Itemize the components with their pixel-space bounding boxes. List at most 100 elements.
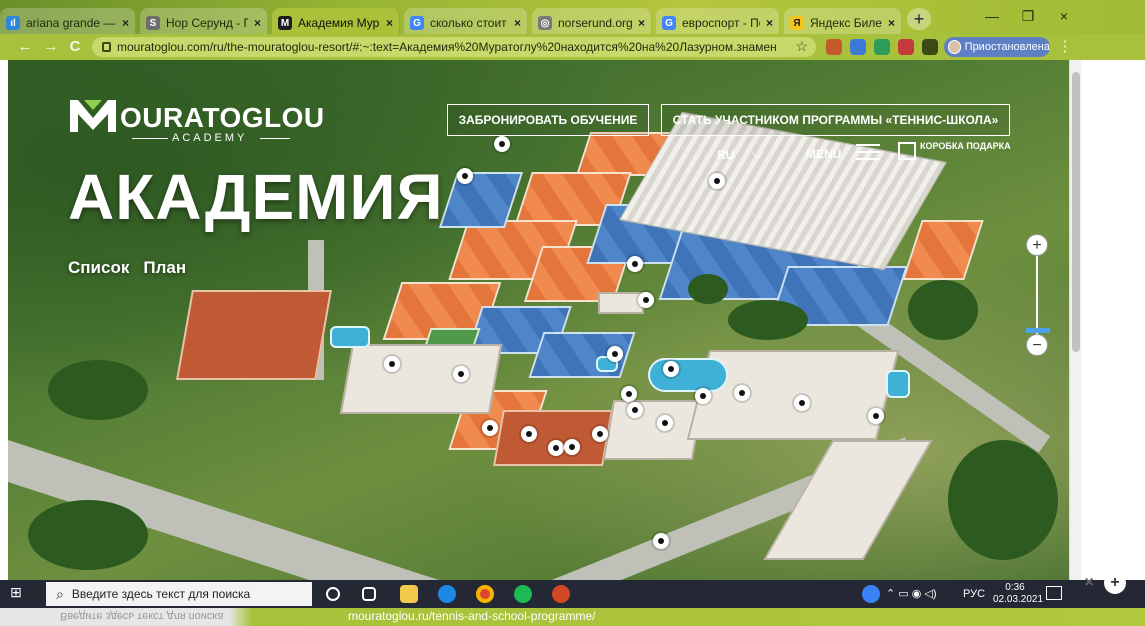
book-training-button[interactable]: ЗАБРОНИРОВАТЬ ОБУЧЕНИЕ bbox=[447, 104, 649, 136]
url-text: mouratoglou.com/ru/the-mouratoglou-resor… bbox=[117, 40, 777, 54]
menu-label[interactable]: MENU bbox=[806, 147, 841, 161]
resort-map[interactable]: OURATOGLOU ACADEMY ЗАБРОНИРОВАТЬ ОБУЧЕНИ… bbox=[8, 60, 1073, 580]
extension-icon[interactable] bbox=[898, 39, 914, 55]
zoom-in-button[interactable]: + bbox=[1026, 234, 1048, 256]
tab-label: евроспорт - Поис… bbox=[682, 16, 760, 30]
map-marker[interactable] bbox=[548, 440, 564, 456]
globe-icon: ◎ bbox=[538, 16, 552, 30]
tab-close-icon[interactable]: × bbox=[514, 16, 521, 30]
map-marker[interactable] bbox=[695, 388, 711, 404]
tab-label: сколько стоит об… bbox=[430, 16, 508, 30]
system-tray-icons[interactable]: ⌃ ▭ ◉ ◁) bbox=[886, 587, 937, 600]
trees bbox=[728, 300, 808, 340]
gift-icon[interactable] bbox=[898, 142, 916, 160]
site-icon: S bbox=[146, 16, 160, 30]
notifications-icon[interactable] bbox=[1046, 586, 1062, 600]
tab-label: Яндекс Билеты bbox=[810, 16, 882, 30]
trees bbox=[908, 280, 978, 340]
maximize-button[interactable]: ❐ bbox=[1008, 4, 1048, 28]
gift-box-link[interactable]: КОРОБКА ПОДАРКА bbox=[920, 141, 1011, 151]
new-tab-button[interactable]: + bbox=[907, 8, 931, 30]
mouratoglou-logo[interactable]: OURATOGLOU ACADEMY bbox=[70, 100, 324, 150]
address-bar[interactable]: mouratoglou.com/ru/the-mouratoglou-resor… bbox=[92, 37, 816, 57]
map-marker[interactable] bbox=[638, 292, 654, 308]
pool bbox=[648, 358, 728, 392]
map-marker[interactable] bbox=[521, 426, 537, 442]
bookmark-star-icon[interactable]: ☆ bbox=[795, 38, 808, 55]
powerpoint-icon[interactable] bbox=[552, 585, 570, 603]
map-marker[interactable] bbox=[621, 386, 637, 402]
tab-close-icon[interactable]: × bbox=[122, 16, 129, 30]
edge-icon[interactable] bbox=[438, 585, 456, 603]
search-icon: ⌕ bbox=[56, 585, 64, 602]
cortana-icon[interactable] bbox=[326, 587, 340, 601]
list-view-link[interactable]: Список bbox=[68, 258, 129, 278]
map-marker[interactable] bbox=[627, 256, 643, 272]
tab-label: norserund.org bbox=[558, 16, 632, 30]
task-view-icon[interactable] bbox=[362, 587, 376, 601]
map-marker[interactable] bbox=[592, 426, 608, 442]
browser-menu-icon[interactable]: ⋮ bbox=[1056, 38, 1074, 56]
zoom-out-button[interactable]: − bbox=[1026, 334, 1048, 356]
tab-close-icon[interactable]: × bbox=[638, 16, 645, 30]
background-window: Введите здесь текст для поиска mouratogl… bbox=[0, 608, 1145, 626]
taskbar-search-box[interactable]: ⌕ Введите здесь текст для поиска bbox=[46, 582, 312, 606]
logo-mark-icon bbox=[70, 100, 116, 132]
language-selector[interactable]: RU bbox=[717, 148, 734, 162]
map-marker[interactable] bbox=[868, 408, 884, 424]
zoom-slider-handle[interactable] bbox=[1026, 328, 1050, 333]
zoom-track[interactable] bbox=[1036, 256, 1038, 334]
map-marker[interactable] bbox=[794, 395, 810, 411]
profile-button[interactable]: Приостановлена bbox=[944, 37, 1050, 57]
taskbar-clock[interactable]: 0:36 02.03.2021 bbox=[993, 582, 1044, 606]
lock-icon bbox=[102, 42, 111, 52]
map-marker[interactable] bbox=[457, 168, 473, 184]
extension-icon[interactable] bbox=[850, 39, 866, 55]
map-marker[interactable] bbox=[657, 415, 673, 431]
map-marker[interactable] bbox=[734, 385, 750, 401]
tab-close-icon[interactable]: × bbox=[766, 16, 773, 30]
map-marker[interactable] bbox=[709, 173, 725, 189]
keyboard-language[interactable]: РУС bbox=[963, 588, 985, 600]
puzzle-extensions-icon[interactable] bbox=[922, 39, 938, 55]
minimize-button[interactable]: — bbox=[972, 4, 1012, 28]
file-explorer-icon[interactable] bbox=[400, 585, 418, 603]
music-icon: ıl bbox=[6, 16, 20, 30]
tab-close-icon[interactable]: × bbox=[888, 16, 895, 30]
plan-view-link[interactable]: План bbox=[143, 258, 186, 278]
map-marker[interactable] bbox=[384, 356, 400, 372]
profile-status: Приостановлена bbox=[964, 41, 1050, 53]
tab-close-icon[interactable]: × bbox=[254, 16, 261, 30]
map-marker[interactable] bbox=[482, 420, 498, 436]
reload-button[interactable]: C bbox=[66, 38, 84, 56]
map-marker[interactable] bbox=[494, 136, 510, 152]
tab-close-icon[interactable]: × bbox=[386, 16, 393, 30]
windows-taskbar: ⊞ ⌕ Введите здесь текст для поиска ⌃ ▭ ◉… bbox=[0, 580, 1145, 608]
tennis-school-program-button[interactable]: СТАТЬ УЧАСТНИКОМ ПРОГРАММЫ «ТЕННИС-ШКОЛА… bbox=[661, 104, 1010, 136]
clock-date: 02.03.2021 bbox=[993, 594, 1044, 605]
map-marker[interactable] bbox=[607, 346, 623, 362]
map-marker[interactable] bbox=[627, 402, 643, 418]
view-switcher: Список План bbox=[68, 258, 186, 278]
map-marker[interactable] bbox=[453, 366, 469, 382]
map-marker[interactable] bbox=[564, 439, 580, 455]
back-button[interactable]: ← bbox=[16, 38, 34, 56]
chevron-down-icon[interactable]: ⌵ bbox=[752, 145, 763, 162]
windows-start-icon[interactable]: ⊞ bbox=[4, 584, 28, 604]
extension-icon[interactable] bbox=[826, 39, 842, 55]
map-marker[interactable] bbox=[653, 533, 669, 549]
chrome-icon[interactable] bbox=[476, 585, 494, 603]
spotify-icon[interactable] bbox=[514, 585, 532, 603]
close-window-button[interactable]: × bbox=[1044, 4, 1084, 28]
extension-icon[interactable] bbox=[874, 39, 890, 55]
background-new-tab-button[interactable]: + bbox=[1104, 572, 1126, 594]
background-close-icon[interactable]: × bbox=[1078, 572, 1100, 594]
help-icon[interactable] bbox=[862, 585, 880, 603]
logo-divider bbox=[260, 138, 290, 139]
tab-label: Академия Мурат… bbox=[298, 16, 380, 30]
forward-button[interactable]: → bbox=[42, 38, 60, 56]
page-scrollbar[interactable] bbox=[1069, 60, 1081, 580]
scrollbar-thumb[interactable] bbox=[1072, 72, 1080, 352]
hamburger-menu-icon[interactable] bbox=[856, 144, 880, 160]
map-marker[interactable] bbox=[663, 361, 679, 377]
